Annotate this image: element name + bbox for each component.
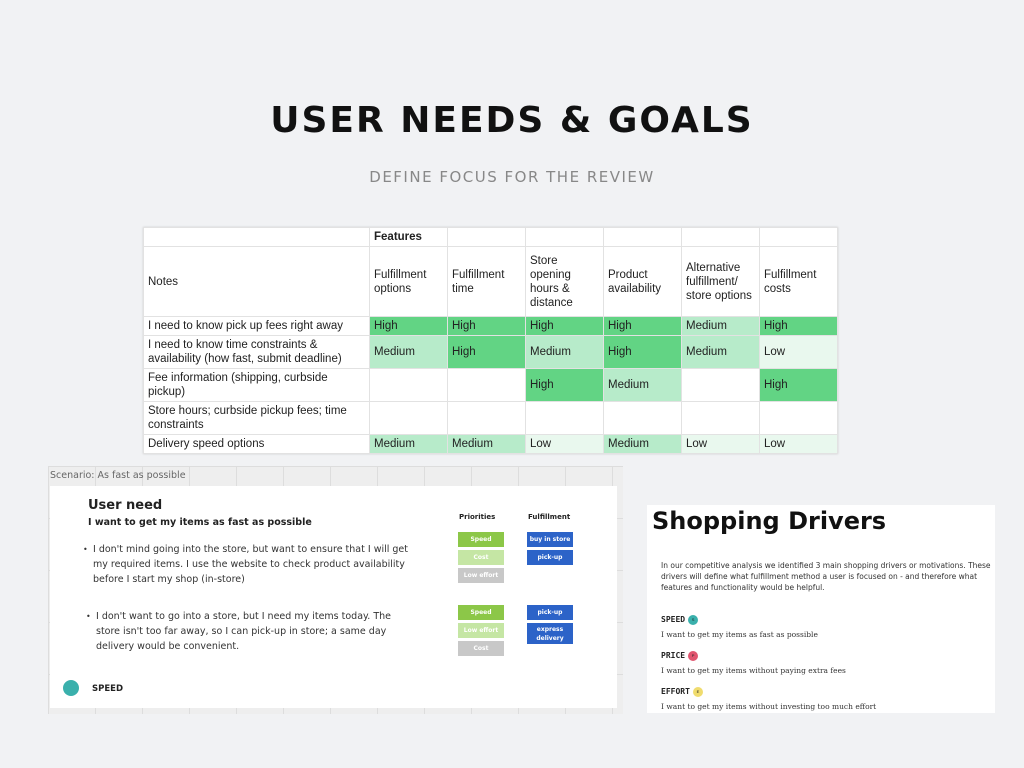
priority-tag: Low effort — [458, 623, 504, 638]
scenario-label: Scenario: As fast as possible — [50, 470, 186, 481]
driver-name: EFFORT — [661, 687, 690, 696]
features-group-header: Features — [369, 227, 448, 247]
notes-header: Notes — [143, 246, 370, 317]
driver-name: SPEED — [661, 615, 686, 624]
priorities-header: Priorities — [459, 513, 496, 521]
fulfillment-header: Fulfillment — [528, 513, 571, 521]
page-subtitle: DEFINE FOCUS FOR THE REVIEW — [369, 168, 655, 186]
column-header: Store opening hours & distance — [525, 246, 604, 317]
driver-desc: I want to get my items without investing… — [661, 702, 877, 711]
note-cell: I need to know time constraints & availa… — [143, 335, 370, 369]
drivers-intro: In our competitive analysis we identifie… — [661, 561, 991, 592]
driver-price: PRICE P I want to get my items without pa… — [661, 645, 846, 675]
priority-tag: Cost — [458, 550, 504, 565]
scenario-bullet: I don't want to go into a store, but I n… — [86, 609, 416, 654]
column-header: Product availability — [603, 246, 682, 317]
rating-cell: Medium — [681, 316, 760, 336]
user-need-card: User need I want to get my items as fast… — [50, 486, 617, 708]
table-row: Delivery speed options Medium Medium Low Med… — [143, 434, 838, 454]
rating-cell: High — [525, 368, 604, 402]
column-header: Fulfillment costs — [759, 246, 838, 317]
table-row: I need to know pick up fees right away Hi… — [143, 316, 838, 336]
note-cell: I need to know pick up fees right away — [143, 316, 370, 336]
priority-tag: Speed — [458, 532, 504, 547]
rating-cell: Medium — [603, 368, 682, 402]
rating-cell: Low — [759, 434, 838, 454]
rating-cell — [447, 401, 526, 435]
rating-cell: High — [759, 316, 838, 336]
table-cell — [143, 227, 370, 247]
rating-cell: High — [525, 316, 604, 336]
rating-cell: High — [603, 335, 682, 369]
table-cell — [681, 227, 760, 247]
scenario-board: Scenario: As fast as possible User need … — [48, 466, 623, 714]
table-cell — [759, 227, 838, 247]
fulfillment-tag: express delivery — [527, 623, 573, 644]
rating-cell: Medium — [525, 335, 604, 369]
note-cell: Fee information (shipping, curbside pick… — [143, 368, 370, 402]
rating-cell: High — [447, 316, 526, 336]
driver-name: PRICE — [661, 651, 686, 660]
rating-cell — [525, 401, 604, 435]
page-title: USER NEEDS & GOALS — [270, 100, 754, 141]
user-need-subtitle: I want to get my items as fast as possib… — [88, 517, 312, 528]
drivers-title: Shopping Drivers — [652, 507, 887, 535]
table-row: I need to know time constraints & availa… — [143, 335, 838, 369]
rating-cell: Medium — [369, 434, 448, 454]
table-cell — [447, 227, 526, 247]
table-row: Store hours; curbside pickup fees; time … — [143, 401, 838, 435]
user-need-title: User need — [88, 498, 163, 513]
driver-speed: SPEED S I want to get my items as fast as… — [661, 609, 818, 639]
speed-badge-icon: S — [688, 614, 699, 625]
driver-desc: I want to get my items as fast as possib… — [661, 630, 818, 639]
price-badge-icon: P — [688, 650, 699, 661]
scenario-bullet: I don't mind going into the store, but w… — [83, 542, 413, 587]
fulfillment-tag: pick-up — [527, 550, 573, 565]
table-cell — [603, 227, 682, 247]
rating-cell: Medium — [369, 335, 448, 369]
priority-tag: Speed — [458, 605, 504, 620]
column-header: Fulfillment options — [369, 246, 448, 317]
column-header: Alternative fulfillment/ store options — [681, 246, 760, 317]
shopping-drivers-card: Shopping Drivers In our competitive anal… — [647, 505, 995, 713]
driver-desc: I want to get my items without paying ex… — [661, 666, 846, 675]
rating-cell: High — [447, 335, 526, 369]
column-header: Fulfillment time — [447, 246, 526, 317]
rating-cell — [603, 401, 682, 435]
rating-cell — [681, 368, 760, 402]
priority-tag: Cost — [458, 641, 504, 656]
fulfillment-tag: buy in store — [527, 532, 573, 547]
rating-cell: Low — [681, 434, 760, 454]
rating-cell — [369, 368, 448, 402]
rating-cell: High — [759, 368, 838, 402]
rating-cell: Low — [525, 434, 604, 454]
speed-label: SPEED — [92, 684, 124, 694]
table-cell — [525, 227, 604, 247]
rating-cell — [681, 401, 760, 435]
rating-cell: High — [369, 316, 448, 336]
note-cell: Delivery speed options — [143, 434, 370, 454]
driver-effort: EFFORT E I want to get my items without i… — [661, 681, 876, 711]
effort-badge-icon: E — [692, 686, 703, 697]
features-table: Features Notes Fulfillment options Fulfil… — [143, 227, 838, 454]
rating-cell: Medium — [447, 434, 526, 454]
rating-cell — [369, 401, 448, 435]
fulfillment-tag: pick-up — [527, 605, 573, 620]
rating-cell — [759, 401, 838, 435]
rating-cell: Medium — [603, 434, 682, 454]
speed-dot-icon — [63, 680, 79, 696]
rating-cell: Medium — [681, 335, 760, 369]
rating-cell: High — [603, 316, 682, 336]
priority-tag: Low effort — [458, 568, 504, 583]
table-row: Fee information (shipping, curbside pick… — [143, 368, 838, 402]
rating-cell: Low — [759, 335, 838, 369]
rating-cell — [447, 368, 526, 402]
note-cell: Store hours; curbside pickup fees; time … — [143, 401, 370, 435]
